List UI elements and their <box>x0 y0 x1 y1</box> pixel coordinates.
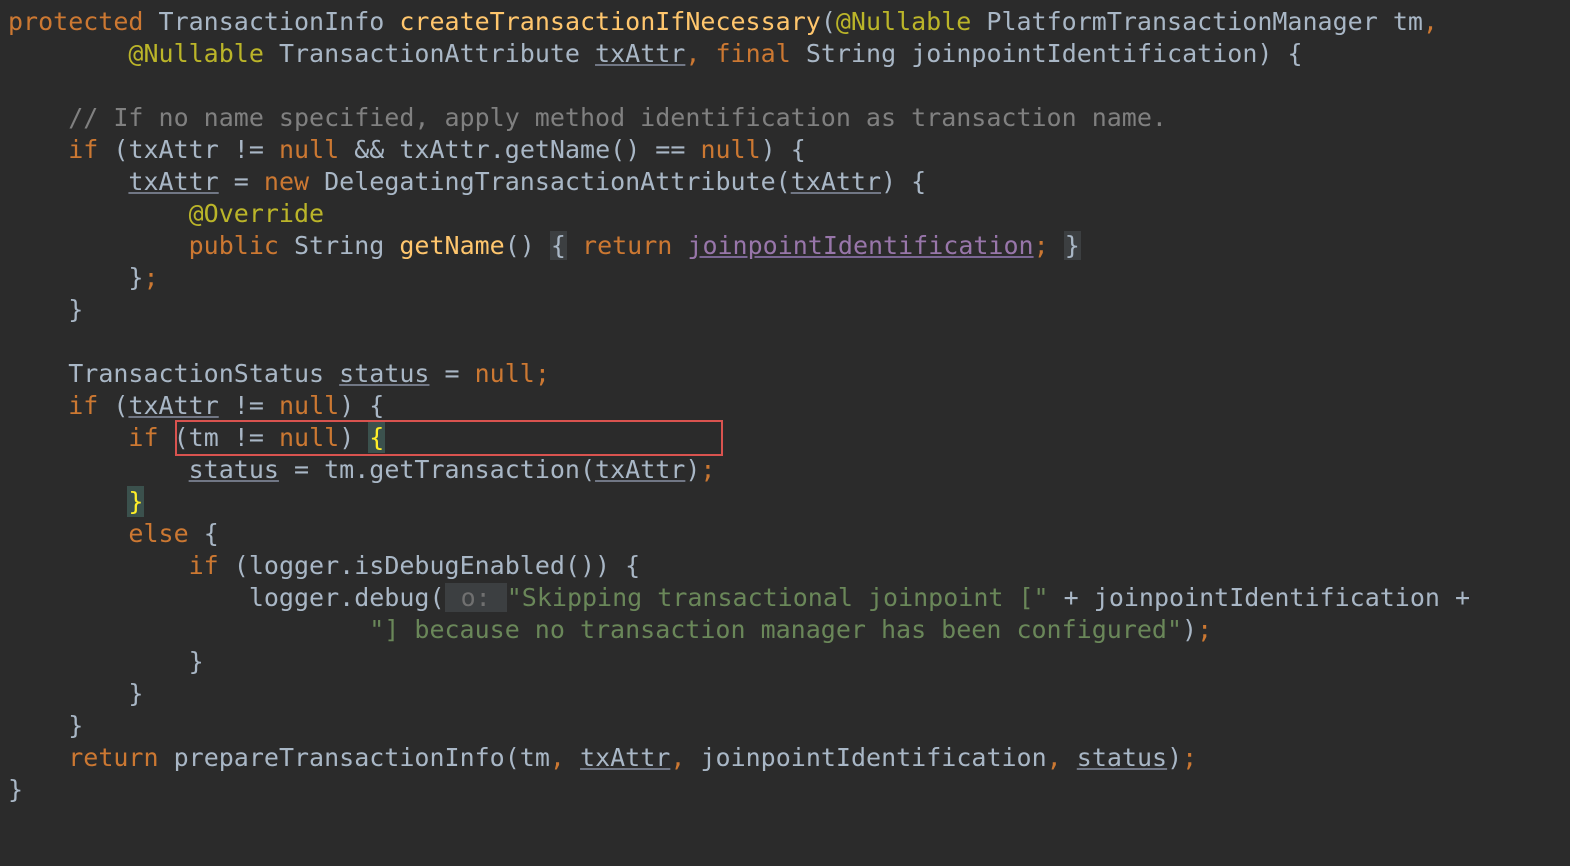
type-txattribute: TransactionAttribute <box>279 39 580 68</box>
comment: // If no name specified, apply method id… <box>68 103 1167 132</box>
keyword-null: null <box>279 135 339 164</box>
call-debug: debug <box>354 583 429 612</box>
keyword-final: final <box>715 39 790 68</box>
matched-brace: } <box>128 487 143 516</box>
param-hint: o: <box>445 583 507 612</box>
var-status: status <box>189 455 279 484</box>
keyword-new: new <box>264 167 309 196</box>
param-tm: tm <box>1393 7 1423 36</box>
folded-brace: { <box>550 231 567 260</box>
call-gettransaction: getTransaction <box>369 455 580 484</box>
ident-txattr: txAttr <box>595 455 685 484</box>
method-def-create: createTransactionIfNecessary <box>399 7 820 36</box>
param-joinpoint: joinpointIdentification <box>911 39 1257 68</box>
annotation-override: @Override <box>189 199 324 228</box>
annotation-nullable: @Nullable <box>836 7 971 36</box>
ident-logger: logger <box>249 583 339 612</box>
keyword-if: if <box>68 135 98 164</box>
keyword-return: return <box>68 743 158 772</box>
type-transactionstatus: TransactionStatus <box>68 359 324 388</box>
keyword-return: return <box>582 231 672 260</box>
type-ptm: PlatformTransactionManager <box>986 7 1377 36</box>
call-preparetransactioninfo: prepareTransactionInfo <box>174 743 505 772</box>
keyword-protected: protected <box>8 7 143 36</box>
ident-txattr: txAttr <box>128 167 218 196</box>
red-highlight-box <box>175 420 723 456</box>
string-literal: "Skipping transactional joinpoint [" <box>507 583 1049 612</box>
type-delegating: DelegatingTransactionAttribute <box>324 167 776 196</box>
keyword-null: null <box>475 359 535 388</box>
ident-logger: logger <box>249 551 339 580</box>
keyword-null: null <box>279 391 339 420</box>
ident-txattr: txAttr <box>128 135 218 164</box>
keyword-if: if <box>189 551 219 580</box>
call-getname: getName <box>505 135 610 164</box>
method-def-getname: getName <box>399 231 504 260</box>
param-txattr: txAttr <box>595 39 685 68</box>
keyword-if: if <box>68 391 98 420</box>
ident-txattr: txAttr <box>791 167 881 196</box>
type-string: String <box>294 231 384 260</box>
keyword-public: public <box>189 231 279 260</box>
var-status: status <box>339 359 429 388</box>
ident-txattr: txAttr <box>128 391 218 420</box>
var-status: status <box>1077 743 1167 772</box>
code-block[interactable]: protected TransactionInfo createTransact… <box>0 0 1570 806</box>
keyword-null: null <box>700 135 760 164</box>
ident-txattr: txAttr <box>399 135 489 164</box>
folded-brace: } <box>1064 231 1081 260</box>
ident-joinpoint-purple: joinpointIdentification <box>687 231 1033 260</box>
string-literal: "] because no transaction manager has be… <box>369 615 1182 644</box>
ident-joinpoint: joinpointIdentification <box>1094 583 1440 612</box>
ident-txattr: txAttr <box>580 743 670 772</box>
ident-joinpoint: joinpointIdentification <box>700 743 1046 772</box>
type-transactioninfo: TransactionInfo <box>159 7 385 36</box>
ident-tm: tm <box>520 743 550 772</box>
type-string: String <box>806 39 896 68</box>
annotation-nullable: @Nullable <box>128 39 263 68</box>
keyword-else: else <box>128 519 188 548</box>
call-isdebugenabled: isDebugEnabled <box>354 551 565 580</box>
ident-tm: tm <box>324 455 354 484</box>
keyword-if: if <box>128 423 158 452</box>
